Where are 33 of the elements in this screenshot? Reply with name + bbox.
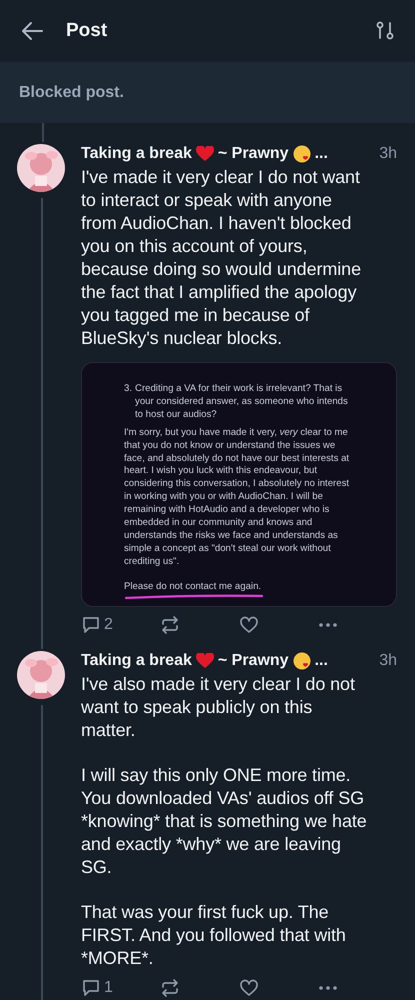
author-name[interactable]: Taking a break	[81, 652, 192, 670]
emoji-icon	[292, 652, 311, 670]
repost-icon	[160, 978, 180, 998]
heart-icon	[239, 614, 259, 635]
list-text: Crediting a VA for their work is irrelevant? That is your considered answer, as someone who intends to host our audios?	[135, 383, 349, 422]
post-text: I've made it very clear I do not want to interact or speak with anyone from AudioChan. I haven't blocked you on this account of yours, because doing so would undermine the fact that I amplified the apology you tagged me in because of BlueSky's nuclear blocks.	[81, 166, 362, 350]
attached-screenshot[interactable]	[81, 362, 397, 607]
page-title: Post	[66, 20, 108, 42]
post-text: I will say this only ONE more time. You downloaded VAs' audios off SG *knowing* that is something we hate and exactly *why* we are leaving SG.	[81, 764, 368, 879]
closing-text: Please do not contact me again.	[124, 580, 262, 594]
author-name[interactable]: ~ Prawny	[218, 145, 289, 163]
post-text: That was your first fuck up. The FIRST. And you followed that with *MORE*.	[81, 900, 347, 970]
post-time: 3h	[379, 145, 397, 163]
reply-button[interactable]: 1	[81, 974, 160, 1000]
post-time: 3h	[379, 652, 397, 670]
heart-icon	[239, 978, 259, 998]
more-icon	[318, 622, 338, 628]
heart-icon	[196, 146, 214, 162]
post-text: I've also made it very clear I do not want to speak publicly on this matter.	[81, 672, 356, 742]
message-text: I'm sorry, but you have made it very, very clear to me that you do not know or understand the issues we face, and absolutely do not have our best interests at heart. I wish you luck with this endeavour, but considering this conversation, I absolutely no interest in working with you or with AudioChan. I will be remaining with HotAudio and a developer who is embedded in our community and knows and understands the risks we face and understands as simple a concept as "don't steal our work without crediting us".	[124, 426, 350, 569]
speech-bubble-icon	[81, 978, 101, 998]
blocked-text: Blocked post.	[19, 84, 124, 102]
repost-icon	[160, 614, 180, 635]
author-name[interactable]: ...	[314, 652, 328, 670]
author-name[interactable]: Taking a break	[81, 145, 192, 163]
emoji-icon	[292, 145, 311, 163]
author-name[interactable]: ~ Prawny	[218, 652, 289, 670]
more-icon	[318, 984, 338, 991]
reply-button[interactable]: 2	[81, 610, 160, 639]
heart-icon	[196, 652, 214, 669]
speech-bubble-icon	[81, 614, 101, 635]
author-name[interactable]: ...	[314, 145, 328, 163]
list-number: 3.	[124, 383, 132, 396]
